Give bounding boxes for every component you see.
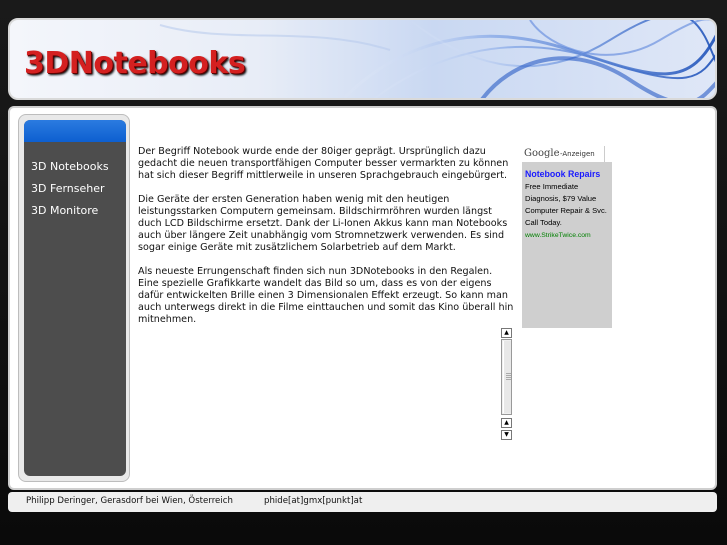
article-paragraph: Als neueste Errungenschaft finden sich n… [138, 266, 514, 324]
footer-email: phide[at]gmx[punkt]at [264, 496, 363, 506]
google-ad-box[interactable]: Google -Anzeigen Notebook Repairs Free I… [522, 146, 612, 328]
scroll-up-button-secondary[interactable]: ▲ [501, 418, 512, 428]
ad-body-text: Free Immediate Diagnosis, $79 Value Comp… [525, 182, 607, 227]
ad-header: Google -Anzeigen [522, 146, 612, 162]
sidebar-item-3d-monitore[interactable]: 3D Monitore [31, 204, 98, 217]
article-paragraph: Die Geräte der ersten Generation haben w… [138, 194, 508, 253]
header-banner: 3DNotebooks [8, 18, 717, 100]
article-scroll-area[interactable]: Der Begriff Notebook wurde ende der 80ig… [138, 146, 514, 324]
grip-icon [506, 373, 511, 381]
scroll-up-button[interactable]: ▲ [501, 328, 512, 338]
scroll-thumb[interactable] [503, 341, 511, 413]
article-scrollbar[interactable]: ▲ ▲ ▼ [501, 328, 513, 441]
ad-header-tab: Google -Anzeigen [522, 146, 605, 162]
scroll-track[interactable] [501, 339, 512, 415]
sidebar-item-3d-fernseher[interactable]: 3D Fernseher [31, 182, 105, 195]
ad-label[interactable]: -Anzeigen [560, 150, 595, 158]
article-text: Der Begriff Notebook wurde ende der 80ig… [138, 146, 514, 324]
sidebar-header-bar [24, 120, 126, 142]
footer-address: Philipp Deringer, Gerasdorf bei Wien, Ös… [26, 496, 233, 506]
article-paragraph: Der Begriff Notebook wurde ende der 80ig… [138, 146, 509, 181]
sidebar-item-3d-notebooks[interactable]: 3D Notebooks [31, 160, 109, 173]
ad-url[interactable]: www.StrikeTwice.com [525, 232, 591, 239]
ad-title-link[interactable]: Notebook Repairs [525, 169, 600, 179]
scroll-down-button[interactable]: ▼ [501, 430, 512, 440]
footer-bar: Philipp Deringer, Gerasdorf bei Wien, Ös… [8, 492, 717, 512]
sidebar-nav: 3D Notebooks 3D Fernseher 3D Monitore [24, 120, 126, 476]
site-logo[interactable]: 3DNotebooks [24, 46, 246, 81]
google-logo[interactable]: Google [524, 148, 560, 159]
